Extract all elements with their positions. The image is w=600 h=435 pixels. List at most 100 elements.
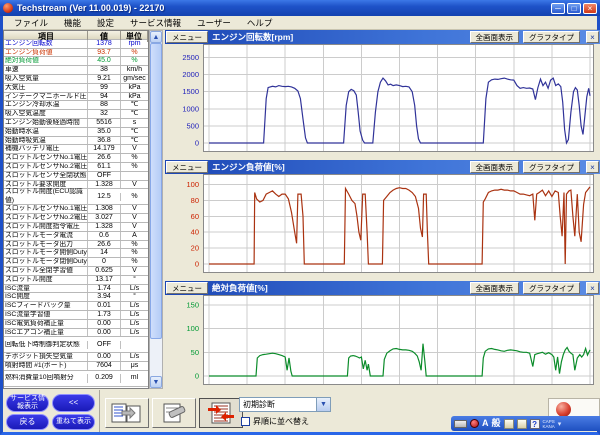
table-scrollbar[interactable]: ▲ ▼ xyxy=(149,30,163,389)
table-row[interactable]: エンジン回転数1378rpm xyxy=(4,40,148,49)
graphtype-button[interactable]: グラフタイプ xyxy=(523,282,580,294)
table-cell: % xyxy=(121,258,148,266)
chart-menu-button[interactable]: メニュー xyxy=(166,161,208,173)
data-list-table: 項目 値 単位 エンジン回転数1378rpmエンジン負荷値93.7%絶対負荷値4… xyxy=(3,30,149,389)
table-row[interactable]: エンジン冷却水温88℃ xyxy=(4,101,148,110)
table-cell: 32 xyxy=(88,110,121,118)
fullscreen-button[interactable]: 全画面表示 xyxy=(470,161,520,173)
table-row[interactable]: 車速38km/h xyxy=(4,66,148,75)
table-row[interactable]: 噴射時間 #1(ポート)7604μs xyxy=(4,362,148,371)
table-row[interactable]: スロットルセンサNo.2電圧比61.1% xyxy=(4,163,148,172)
chart-menu-button[interactable]: メニュー xyxy=(166,282,208,294)
snapshot-button[interactable] xyxy=(152,398,196,428)
help-icon[interactable]: ? xyxy=(530,419,540,429)
svg-text:20: 20 xyxy=(191,244,199,253)
table-row[interactable]: スロットルセンサNo.1電圧1.308V xyxy=(4,205,148,214)
caps-kana-indicator: CAPSKANA xyxy=(543,419,555,429)
table-row[interactable]: スロットル開度(ECU認識値)12.5% xyxy=(4,189,148,205)
maximize-button[interactable]: □ xyxy=(567,3,581,14)
graphtype-button[interactable]: グラフタイプ xyxy=(523,161,580,173)
table-cell: スロットルセンサNo.1電圧 xyxy=(4,205,88,213)
ime-pen-icon[interactable] xyxy=(470,419,479,428)
table-row[interactable]: スロットル開度13.17° xyxy=(4,276,148,285)
table-row[interactable]: エンジン始動後経過時間5516s xyxy=(4,119,148,128)
scroll-up-icon[interactable]: ▲ xyxy=(150,31,162,43)
overlay-display-button[interactable]: 重ねて表示 xyxy=(52,414,95,430)
ime-conversion-mode[interactable]: 般 xyxy=(492,417,501,430)
table-row[interactable]: ISC開度3.94° xyxy=(4,293,148,302)
table-row[interactable]: インテークマニホールド圧94kPa xyxy=(4,93,148,102)
table-cell: ℃ xyxy=(121,110,148,118)
table-cell: 車速 xyxy=(4,66,88,74)
table-row[interactable]: 絶対負荷値45.0% xyxy=(4,57,148,66)
table-row[interactable]: 補機バッテリ電圧14.179V xyxy=(4,145,148,154)
table-row[interactable]: スロットルモータ出力26.6% xyxy=(4,241,148,250)
table-row[interactable]: スロットルモータ閉側Duty比0% xyxy=(4,258,148,267)
chart-load-titlebar: メニュー エンジン負荷値[%] 全画面表示 グラフタイプ × xyxy=(165,160,600,174)
chart-close-icon[interactable]: × xyxy=(586,282,599,294)
menu-function[interactable]: 機能 xyxy=(57,16,88,30)
table-cell: ° xyxy=(121,276,148,284)
table-row[interactable]: 吸入空気温度32℃ xyxy=(4,110,148,119)
service-info-button[interactable]: サービス情報表示 xyxy=(6,394,49,412)
table-row[interactable]: スロットルモータ電流0.6A xyxy=(4,232,148,241)
chevron-down-icon[interactable]: ▼ xyxy=(316,398,330,411)
table-row[interactable]: スロットルセンサNo.1電圧比26.6% xyxy=(4,154,148,163)
diagnosis-mode-dropdown[interactable]: 初期診断 ▼ xyxy=(239,397,331,412)
menu-help[interactable]: ヘルプ xyxy=(240,16,280,30)
table-row[interactable]: ISC流量学習値1.73L/s xyxy=(4,311,148,320)
ime-tools-icon[interactable] xyxy=(504,419,514,429)
checkbox-icon[interactable] xyxy=(241,417,250,426)
compare-sort-button[interactable] xyxy=(199,398,243,428)
table-row[interactable]: デポジット損失空気量0.00L/s xyxy=(4,353,148,362)
table-row[interactable]: ISCフィードバック量0.01L/s xyxy=(4,302,148,311)
close-button[interactable]: × xyxy=(583,3,597,14)
table-cell: 噴射時間 #1(ポート) xyxy=(4,362,88,370)
scrollbar-thumb[interactable] xyxy=(150,43,162,339)
scroll-down-icon[interactable]: ▼ xyxy=(150,376,162,388)
table-cell: % xyxy=(121,163,148,171)
keyboard-icon[interactable] xyxy=(454,420,467,428)
table-row[interactable]: 大気圧99kPa xyxy=(4,84,148,93)
table-cell: エンジン冷却水温 xyxy=(4,101,88,109)
page-back-button[interactable]: << xyxy=(52,394,95,412)
fullscreen-button[interactable]: 全画面表示 xyxy=(470,31,520,43)
table-cell: スロットルセンサNo.1電圧比 xyxy=(4,154,88,162)
fullscreen-button[interactable]: 全画面表示 xyxy=(470,282,520,294)
graphtype-button[interactable]: グラフタイプ xyxy=(523,31,580,43)
table-row[interactable]: スロットル全閉学習値0.625V xyxy=(4,267,148,276)
menu-settings[interactable]: 設定 xyxy=(90,16,121,30)
chart-rpm-plot: 05001000150020002500 xyxy=(165,44,600,157)
table-row[interactable]: スロットルモータ開側Duty比14% xyxy=(4,249,148,258)
data-list-view-button[interactable] xyxy=(105,398,149,428)
ime-toolbar[interactable]: A 般 ? CAPSKANA ▾ xyxy=(451,416,600,431)
table-row[interactable]: 燃料消費量10回噴射分0.209ml xyxy=(4,371,148,387)
title-bar[interactable]: Techstream (Ver 11.00.019) - 22170 ─ □ × xyxy=(0,0,600,16)
chart-absload-plot: 050100150 xyxy=(165,295,600,390)
ime-minimize-icon[interactable]: ▾ xyxy=(558,420,562,428)
table-row[interactable]: ISC電気負荷補正量0.00L/s xyxy=(4,320,148,329)
menu-file[interactable]: ファイル xyxy=(7,16,55,30)
table-row[interactable]: エンジン負荷値93.7% xyxy=(4,49,148,58)
menu-service-info[interactable]: サービス情報 xyxy=(123,16,188,30)
ime-pad-icon[interactable] xyxy=(517,419,527,429)
minimize-button[interactable]: ─ xyxy=(551,3,565,14)
table-cell: ISC電気負荷補正量 xyxy=(4,320,88,328)
table-row[interactable]: ISC流量1.74L/s xyxy=(4,285,148,294)
return-button[interactable]: 戻る xyxy=(6,414,49,430)
table-row[interactable]: スロットル開度指令電圧1.328V xyxy=(4,223,148,232)
chart-menu-button[interactable]: メニュー xyxy=(166,31,208,43)
table-cell: 吸入空気量 xyxy=(4,75,88,83)
chart-close-icon[interactable]: × xyxy=(586,161,599,173)
table-row[interactable]: 回転低下時制御判定状態OFF xyxy=(4,337,148,353)
table-row[interactable]: スロットルセンサ全閉状態OFF xyxy=(4,172,148,181)
ime-input-mode[interactable]: A xyxy=(482,417,489,430)
table-row[interactable]: スロットルセンサNo.2電圧3.027V xyxy=(4,214,148,223)
menu-user[interactable]: ユーザー xyxy=(190,16,238,30)
table-row[interactable]: 吸入空気量9.21gm/sec xyxy=(4,75,148,84)
sort-ascending-checkbox[interactable]: 昇順に並べ替え xyxy=(241,416,309,427)
table-row[interactable]: 始動時吸気温36.8℃ xyxy=(4,137,148,146)
table-row[interactable]: 始動時水温35.0℃ xyxy=(4,128,148,137)
table-row[interactable]: ISCエアコン補正量0.00L/s xyxy=(4,329,148,338)
chart-close-icon[interactable]: × xyxy=(586,31,599,43)
